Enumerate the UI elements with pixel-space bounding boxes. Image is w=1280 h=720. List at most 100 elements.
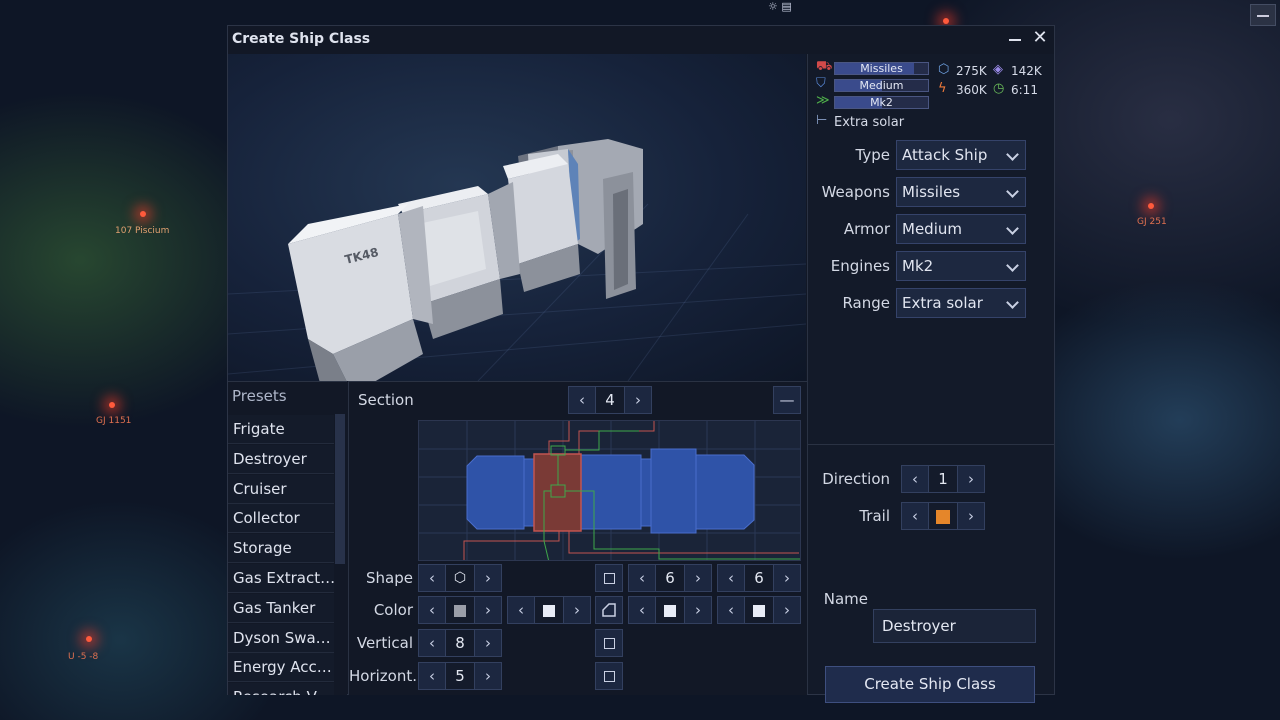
- star-label: 107 Piscium: [115, 226, 170, 236]
- close-button[interactable]: ✕: [1030, 28, 1050, 48]
- color-swatch: [664, 605, 676, 617]
- range-stat: Extra solar: [834, 115, 905, 130]
- trail-prev-button[interactable]: ‹: [901, 502, 929, 530]
- shape-label: Shape: [366, 569, 413, 587]
- trail-label: Trail: [859, 507, 890, 525]
- resource-2-value: 142K: [1011, 64, 1042, 78]
- ship-preview-viewport[interactable]: TK48: [228, 54, 806, 381]
- section-layout-grid[interactable]: [418, 420, 801, 561]
- star-marker[interactable]: [943, 18, 949, 24]
- resource-1-value: 275K: [956, 64, 987, 78]
- shape-width-prev-button[interactable]: ‹: [628, 564, 656, 592]
- direction-next-button[interactable]: ›: [957, 465, 985, 493]
- preset-item[interactable]: Storage: [228, 534, 334, 563]
- ship-stats-panel: ⛟ Missiles ⛉ Medium ≫ Mk2 ⊢ Extra solar …: [807, 54, 1055, 703]
- bevel-toggle[interactable]: [595, 596, 623, 624]
- create-ship-class-window: Create Ship Class ✕ TK48 ⛟ Missiles ⛉ Me…: [227, 25, 1055, 703]
- square-icon: [604, 573, 615, 584]
- color-4-value[interactable]: [745, 596, 773, 624]
- color-1-prev-button[interactable]: ‹: [418, 596, 446, 624]
- direction-label: Direction: [822, 470, 890, 488]
- section-prev-button[interactable]: ‹: [568, 386, 596, 414]
- preset-item[interactable]: Frigate: [228, 415, 334, 444]
- weapons-stat-bar: Missiles: [834, 62, 929, 75]
- star-marker[interactable]: [1148, 203, 1154, 209]
- shape-width-next-button[interactable]: ›: [684, 564, 712, 592]
- color-1-next-button[interactable]: ›: [474, 596, 502, 624]
- preset-item[interactable]: Gas Extract…: [228, 564, 334, 593]
- vertical-prev-button[interactable]: ‹: [418, 629, 446, 657]
- preset-item[interactable]: Energy Acc…: [228, 653, 334, 682]
- title-bar[interactable]: Create Ship Class ✕: [228, 26, 1054, 54]
- color-2-next-button[interactable]: ›: [563, 596, 591, 624]
- square-toggle[interactable]: [595, 564, 623, 592]
- weapons-icon: ⛟: [816, 59, 833, 74]
- preset-item[interactable]: Research V…: [228, 683, 334, 695]
- square-icon: [604, 671, 615, 682]
- shape-prev-button[interactable]: ‹: [418, 564, 446, 592]
- color-label: Color: [373, 601, 413, 619]
- minimize-button[interactable]: [1006, 30, 1024, 48]
- engine-stat-label: Mk2: [870, 96, 893, 109]
- armor-dropdown[interactable]: Medium: [896, 214, 1026, 244]
- color-swatch: [454, 605, 466, 617]
- star-marker[interactable]: [86, 636, 92, 642]
- armor-label: Armor: [843, 220, 890, 238]
- color-2-prev-button[interactable]: ‹: [507, 596, 535, 624]
- horizontal-next-button[interactable]: ›: [474, 662, 502, 690]
- horizontal-label: Horizont.: [349, 667, 417, 685]
- section-value: 4: [596, 386, 624, 414]
- time-value: 6:11: [1011, 83, 1038, 97]
- weapons-dropdown[interactable]: Missiles: [896, 177, 1026, 207]
- cube-resource-icon: ⬡: [938, 62, 950, 77]
- color-1-value[interactable]: [446, 596, 474, 624]
- vertical-next-button[interactable]: ›: [474, 629, 502, 657]
- name-input[interactable]: Destroyer: [873, 609, 1036, 643]
- star-marker[interactable]: [140, 211, 146, 217]
- color-4-prev-button[interactable]: ‹: [717, 596, 745, 624]
- shape-width-value: 6: [656, 564, 684, 592]
- vertical-lock-toggle[interactable]: [595, 629, 623, 657]
- range-label: Range: [842, 294, 890, 312]
- engine-stat-bar: Mk2: [834, 96, 929, 109]
- preset-item[interactable]: Destroyer: [228, 445, 334, 474]
- color-2-value[interactable]: [535, 596, 563, 624]
- preset-item[interactable]: Dyson Swa…: [228, 624, 334, 653]
- remove-section-button[interactable]: —: [773, 386, 801, 414]
- type-value: Attack Ship: [902, 146, 988, 164]
- shape-height-next-button[interactable]: ›: [773, 564, 801, 592]
- preset-item[interactable]: Gas Tanker: [228, 594, 334, 623]
- solar-system-icon[interactable]: ☼ ▤: [768, 0, 792, 13]
- color-4-next-button[interactable]: ›: [773, 596, 801, 624]
- chevron-down-icon: [1006, 185, 1019, 198]
- divider: [808, 444, 1055, 445]
- direction-value: 1: [929, 465, 957, 493]
- engines-dropdown[interactable]: Mk2: [896, 251, 1026, 281]
- section-next-button[interactable]: ›: [624, 386, 652, 414]
- color-3-prev-button[interactable]: ‹: [628, 596, 656, 624]
- star-label: GJ 251: [1137, 217, 1167, 227]
- preset-item[interactable]: Cruiser: [228, 475, 334, 504]
- create-ship-class-button[interactable]: Create Ship Class: [825, 666, 1035, 703]
- color-3-value[interactable]: [656, 596, 684, 624]
- vertical-label: Vertical: [356, 634, 413, 652]
- shape-height-prev-button[interactable]: ‹: [717, 564, 745, 592]
- direction-prev-button[interactable]: ‹: [901, 465, 929, 493]
- star-marker[interactable]: [109, 402, 115, 408]
- trail-color-value[interactable]: [929, 502, 957, 530]
- presets-scrollbar[interactable]: [335, 414, 345, 564]
- energy-value: 360K: [956, 83, 987, 97]
- color-3-next-button[interactable]: ›: [684, 596, 712, 624]
- horizontal-lock-toggle[interactable]: [595, 662, 623, 690]
- menu-button[interactable]: [1250, 4, 1276, 26]
- type-dropdown[interactable]: Attack Ship: [896, 140, 1026, 170]
- trail-next-button[interactable]: ›: [957, 502, 985, 530]
- horizontal-prev-button[interactable]: ‹: [418, 662, 446, 690]
- shape-next-button[interactable]: ›: [474, 564, 502, 592]
- chevron-down-icon: [1006, 148, 1019, 161]
- energy-icon: ϟ: [938, 81, 947, 96]
- preset-item[interactable]: Collector: [228, 504, 334, 533]
- range-icon: ⊢: [816, 113, 828, 128]
- range-dropdown[interactable]: Extra solar: [896, 288, 1026, 318]
- section-label: Section: [358, 391, 414, 409]
